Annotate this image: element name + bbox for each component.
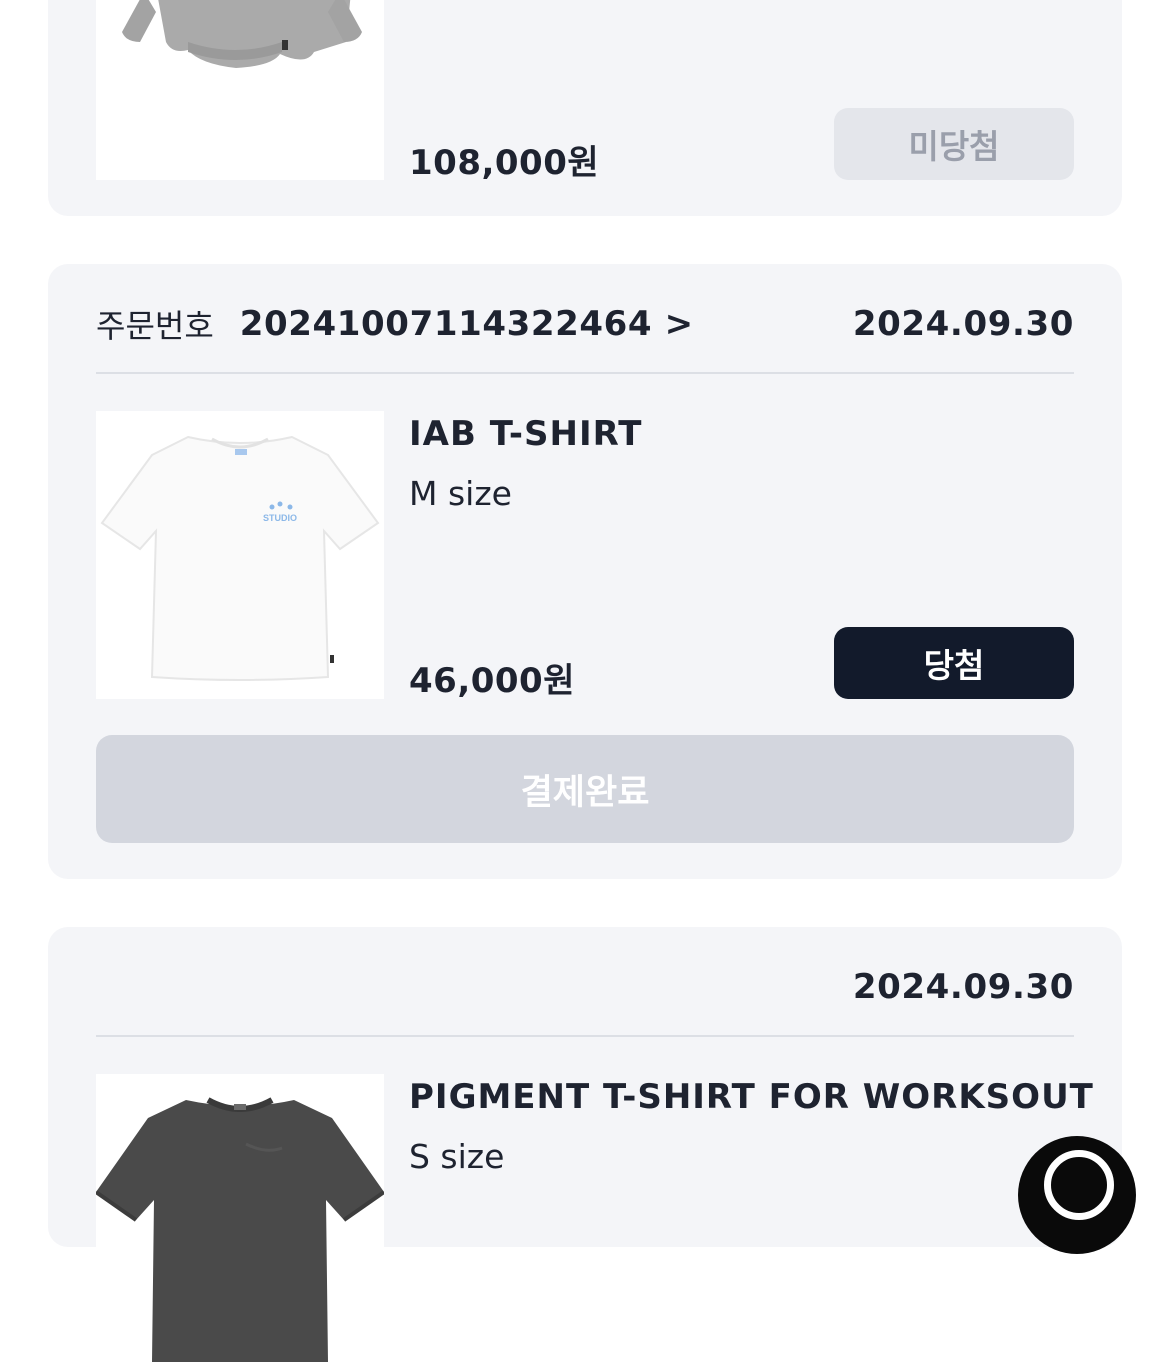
order-card: 주문번호 20241007114322464 > 2024.09.30 STUD… [48, 264, 1122, 879]
product-size: M size [409, 474, 512, 513]
product-image-pigment-tshirt[interactable] [96, 1074, 384, 1362]
order-card: 2024.09.30 PIGMENT T-SHIRT FOR WORKSOUT … [48, 927, 1122, 1362]
pigment-tshirt-image [96, 1097, 384, 1362]
product-image-tshirt[interactable]: STUDIO [96, 411, 384, 699]
order-header: 2024.09.30 [96, 965, 1074, 1009]
order-header: 주문번호 20241007114322464 > 2024.09.30 [96, 302, 1074, 346]
result-badge-not-selected[interactable]: 미당첨 [834, 108, 1074, 180]
sweatshirt-image [122, 0, 362, 68]
order-number-link[interactable]: 20241007114322464 > [240, 304, 694, 344]
product-image-sweatshirt[interactable] [96, 0, 384, 180]
tshirt-image: STUDIO [100, 435, 380, 681]
product-name: IAB T-SHIRT [409, 414, 643, 454]
product-price: 46,000원 [409, 661, 575, 701]
order-card: 108,000원 미당첨 [48, 0, 1122, 216]
divider [96, 372, 1074, 374]
tshirt-print-text: STUDIO [263, 513, 297, 523]
order-date: 2024.09.30 [852, 304, 1074, 344]
order-number-label: 주문번호 [96, 307, 214, 345]
result-badge-selected[interactable]: 당첨 [834, 627, 1074, 699]
product-size: S size [409, 1137, 505, 1176]
product-price: 108,000원 [409, 143, 600, 183]
product-name: PIGMENT T-SHIRT FOR WORKSOUT [409, 1077, 1094, 1117]
order-date: 2024.09.30 [852, 967, 1074, 1007]
payment-complete-button[interactable]: 결제완료 [96, 735, 1074, 843]
divider [96, 1035, 1074, 1037]
chat-icon [1044, 1150, 1114, 1220]
floating-chat-button[interactable] [1018, 1136, 1136, 1254]
